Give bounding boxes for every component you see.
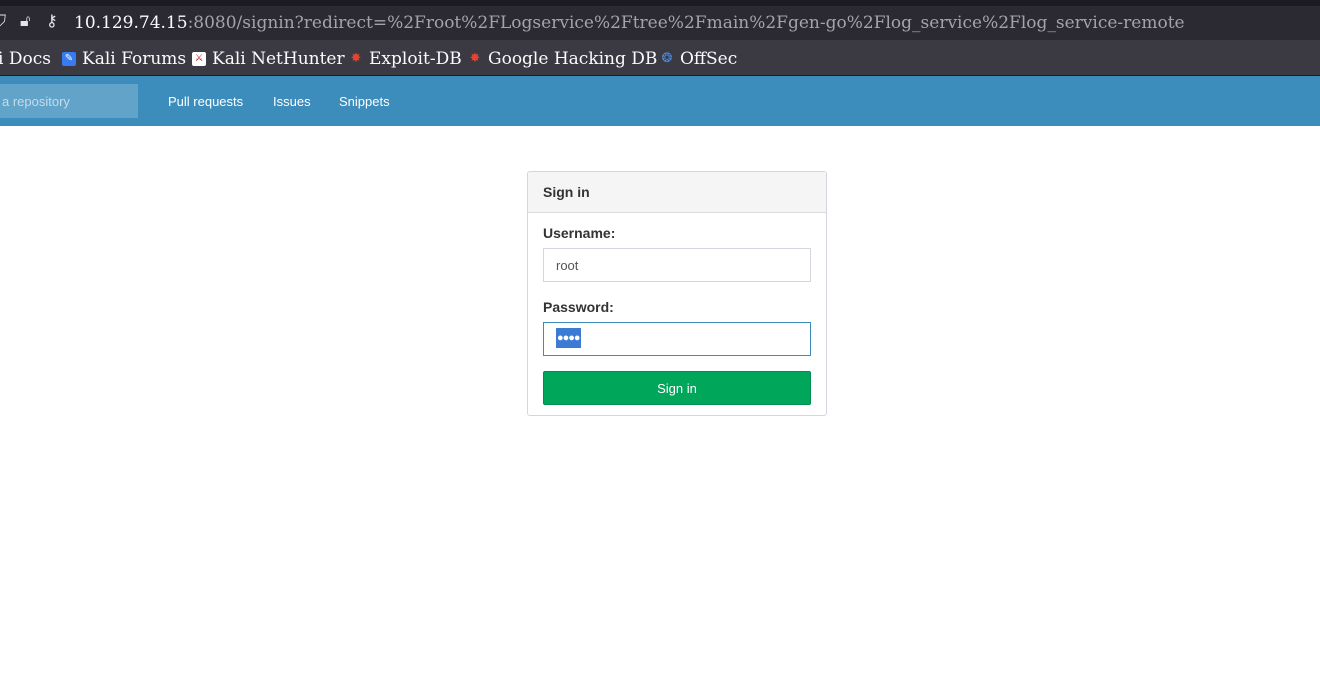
bookmark-label: i Docs: [0, 49, 51, 69]
bookmark-label: Exploit-DB: [369, 49, 462, 69]
exploit-db-icon: ✸: [350, 51, 362, 66]
kali-forums-icon: ✎: [62, 52, 76, 66]
bookmark-kali-nethunter[interactable]: ⚔ Kali NetHunter: [192, 49, 345, 69]
bookmark-kali-docs[interactable]: i Docs: [0, 49, 51, 69]
bookmark-offsec[interactable]: ❂ OffSec: [660, 49, 738, 69]
bookmark-label: Kali NetHunter: [212, 49, 345, 69]
bookmark-label: Kali Forums: [82, 49, 187, 69]
browser-address-bar[interactable]: ⛉ 🔓︎ ⚷ 10.129.74.15:8080/signin?redirect…: [0, 6, 1320, 40]
signin-button[interactable]: Sign in: [543, 371, 811, 405]
password-field[interactable]: [543, 322, 811, 356]
username-field[interactable]: [543, 248, 811, 282]
lock-icon[interactable]: 🔓︎: [20, 11, 30, 31]
key-icon[interactable]: ⚷: [46, 11, 58, 30]
site-navbar: Pull requests Issues Snippets: [0, 76, 1320, 126]
offsec-icon: ❂: [661, 51, 673, 66]
signin-title: Sign in: [543, 184, 590, 200]
bookmarks-toolbar: i Docs ✎ Kali Forums ⚔ Kali NetHunter ✸ …: [0, 40, 1320, 75]
password-selected-mask: ●●●●: [556, 328, 581, 348]
bookmark-label: OffSec: [680, 49, 738, 69]
nav-pull-requests[interactable]: Pull requests: [168, 94, 243, 109]
url-text[interactable]: 10.129.74.15:8080/signin?redirect=%2Froo…: [74, 13, 1185, 33]
kali-nethunter-icon: ⚔: [192, 52, 206, 66]
nav-issues[interactable]: Issues: [273, 94, 311, 109]
bookmark-ghdb[interactable]: ✸ Google Hacking DB: [468, 49, 658, 69]
repository-search-input[interactable]: [0, 84, 138, 118]
signin-panel: Sign in Username: Password: ●●●● Sign in: [527, 171, 827, 416]
bookmark-kali-forums[interactable]: ✎ Kali Forums: [62, 49, 186, 69]
url-host: 10.129.74.15: [74, 13, 188, 33]
bookmark-exploit-db[interactable]: ✸ Exploit-DB: [349, 49, 462, 69]
url-path: :8080/signin?redirect=%2Froot%2FLogservi…: [187, 13, 1185, 33]
shield-icon[interactable]: ⛉: [0, 11, 6, 31]
bookmark-label: Google Hacking DB: [488, 49, 658, 69]
username-label: Username:: [543, 225, 616, 241]
ghdb-icon: ✸: [469, 51, 481, 66]
nav-snippets[interactable]: Snippets: [339, 94, 390, 109]
password-label: Password:: [543, 299, 614, 315]
